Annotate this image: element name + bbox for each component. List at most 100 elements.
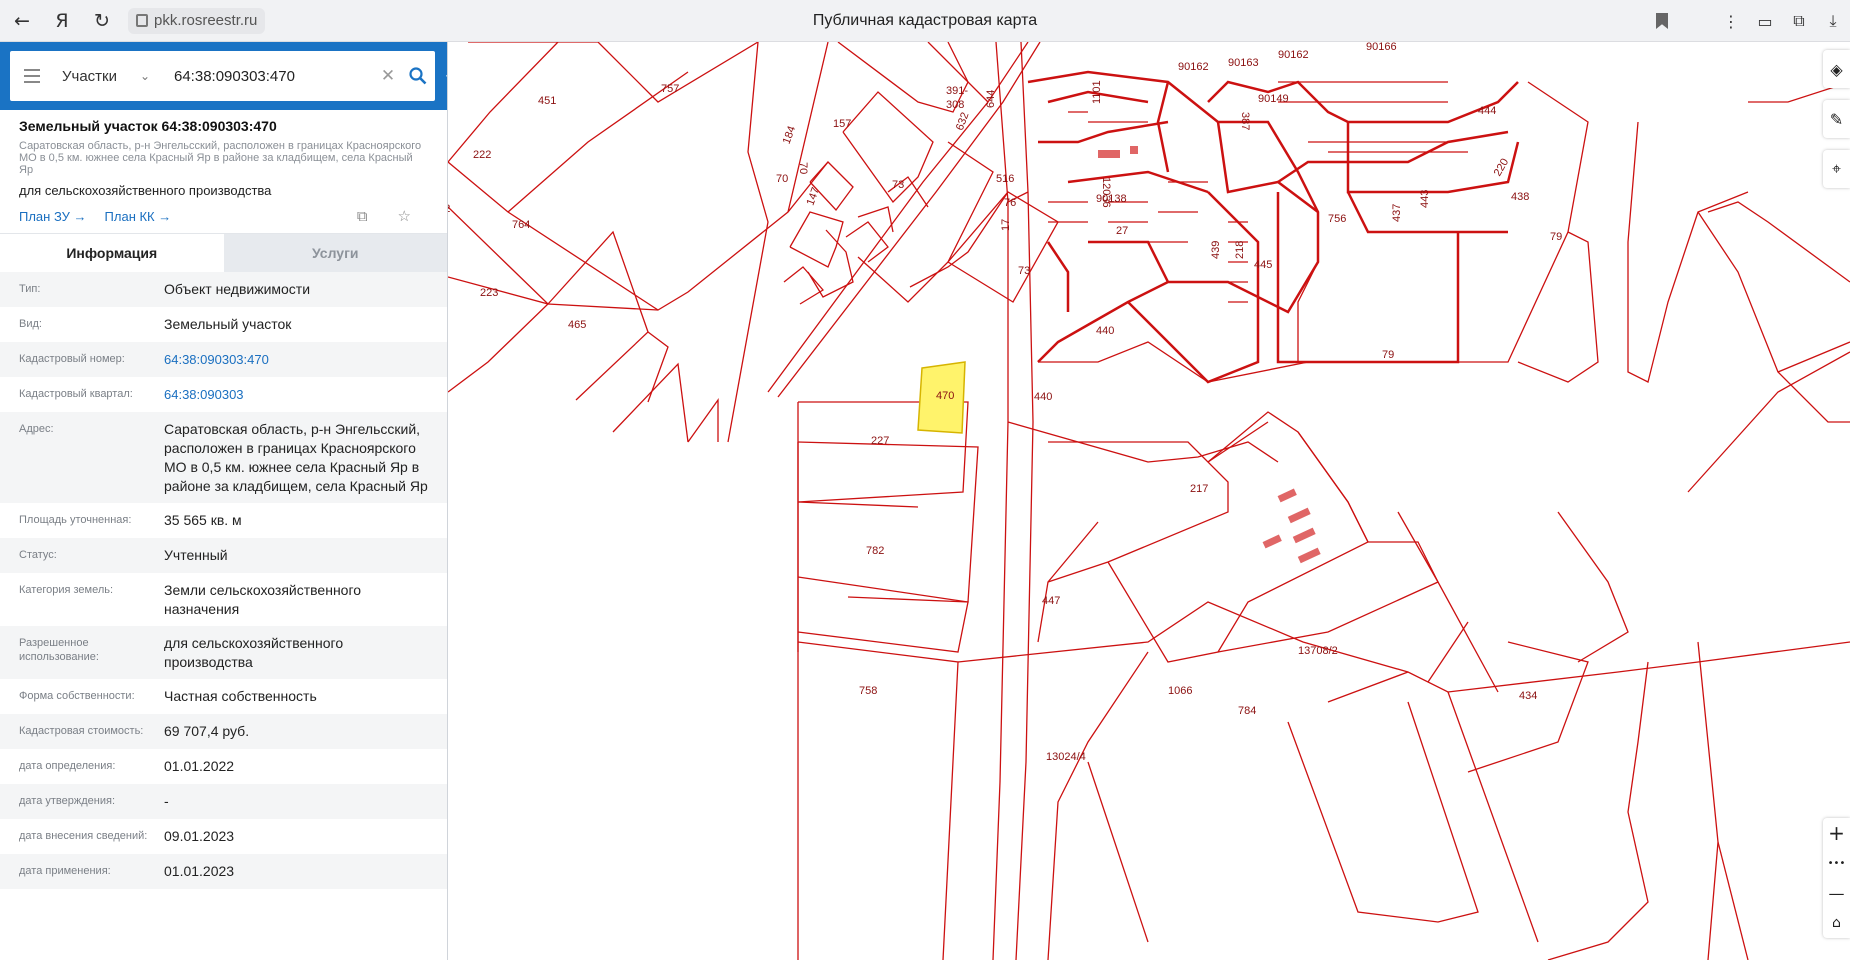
property-label: Кадастровый номер: [19, 353, 125, 365]
parcel-label: 79 [1550, 231, 1562, 243]
parcel-label: 440 [1034, 391, 1052, 403]
search-bar: Участки ⌄ ✕ ‹ [0, 42, 447, 110]
arrow-left-icon: ← [14, 9, 30, 32]
property-row: Адрес: Саратовская область, р-н Энгельсс… [0, 412, 447, 503]
bookmark-icon[interactable] [1656, 13, 1668, 29]
property-label: Форма собственности: [19, 690, 135, 702]
zoom-in-button[interactable]: + [1823, 818, 1850, 848]
battery-icon: ▭ [1757, 11, 1773, 31]
cadastral-map[interactable]: 451 757 222 212 764 223 465 157 184 70 7… [448, 42, 1850, 960]
property-value: Частная собственность [164, 688, 317, 704]
parcel-label: 79 [1382, 349, 1394, 361]
property-label: Адрес: [19, 423, 54, 435]
cadastral-quarter-link[interactable]: 64:38:090303 [164, 385, 431, 405]
reload-button[interactable]: ↻ [84, 3, 120, 39]
property-row: Статус: Учтенный [0, 538, 447, 573]
parcel-label: 1066 [1168, 685, 1192, 697]
zoom-out-button[interactable]: — [1823, 878, 1850, 908]
yandex-button[interactable]: Я [44, 3, 80, 39]
parcel-label: 90147 [1032, 42, 1063, 44]
parcel-label: 218 [1234, 241, 1246, 259]
parcel-label: 438 [1511, 191, 1529, 203]
object-address: Саратовская область, р-н Энгельсский, ра… [19, 140, 422, 176]
property-value: 09.01.2023 [164, 828, 235, 844]
parcel-label: 391- [946, 85, 968, 97]
object-title: Земельный участок 64:38:090303:470 [19, 118, 277, 134]
star-icon[interactable]: ☆ [398, 207, 411, 225]
parcel-label: 465 [568, 319, 586, 331]
search-button[interactable] [401, 67, 435, 85]
yandex-logo-icon: Я [55, 9, 69, 32]
parcel-label: 444 [1478, 105, 1496, 117]
measure-button[interactable]: ✎ [1823, 100, 1850, 138]
layers-button[interactable]: ◈ [1823, 50, 1850, 88]
compass-button[interactable]: ⌂ [1823, 908, 1850, 938]
parcel-label: 157 [833, 118, 851, 130]
tab-info[interactable]: Информация [0, 234, 224, 272]
parcel-label: 76 [1004, 197, 1016, 209]
object-type-select[interactable]: Участки ⌄ [54, 68, 158, 85]
parcel-label: 516 [996, 173, 1014, 185]
property-row: Площадь уточненная: 35 565 кв. м [0, 503, 447, 538]
parcel-label: 758 [859, 685, 877, 697]
plan-kk-link[interactable]: План КК → [105, 209, 172, 224]
property-label: Кадастровая стоимость: [19, 725, 144, 737]
parcel-boundaries [448, 42, 1850, 960]
document-search-icon[interactable]: ⧉ [357, 207, 368, 225]
property-row: дата применения: 01.01.2023 [0, 854, 447, 889]
cadastral-number-link[interactable]: 64:38:090303:470 [164, 350, 431, 370]
back-button[interactable]: ← [4, 3, 40, 39]
parcel-label: 27 [1116, 225, 1128, 237]
parcel-label: 164 [926, 42, 944, 44]
parcel-label: 90162 [1178, 61, 1209, 73]
search-icon [409, 67, 427, 85]
map-tools: ◈ ✎ ⌖ [1823, 50, 1850, 188]
chevron-down-icon: ⌄ [139, 69, 150, 83]
parcel-label: 387 [1239, 112, 1251, 130]
address-bar[interactable]: pkk.rosreestr.ru [128, 7, 266, 34]
object-card: Земельный участок 64:38:090303:470 Сарат… [0, 110, 447, 225]
hamburger-menu-icon[interactable] [10, 69, 54, 83]
parcel-label: 12036 [1100, 177, 1112, 208]
property-value: 01.01.2023 [164, 863, 235, 879]
ruler-icon: ✎ [1829, 109, 1844, 129]
locate-button[interactable]: ⌖ [1823, 150, 1850, 188]
parcel-label: 632 [954, 111, 972, 132]
layers-icon: ◈ [1830, 59, 1843, 79]
tabs: Информация Услуги [0, 233, 447, 272]
parcel-label: 217 [1190, 483, 1208, 495]
parcel-label: 756 [1328, 213, 1346, 225]
parcel-label: 470 [936, 390, 954, 402]
property-row: Разрешенное использование: для сельскохо… [0, 626, 447, 679]
info-panel: Участки ⌄ ✕ ‹ Земельный участок 64:38:09… [0, 42, 448, 960]
more-button[interactable]: ••• [1823, 848, 1850, 878]
object-use: для сельскохозяйственного производства [19, 183, 272, 198]
parcel-label: 17 [1000, 219, 1012, 231]
parcel-label: 73 [892, 179, 904, 191]
download-icon[interactable]: ⤓ [1816, 11, 1850, 31]
map-canvas[interactable]: 451 757 222 212 764 223 465 157 184 70 7… [448, 42, 1850, 960]
menu-icon[interactable]: ⋮ [1714, 12, 1748, 31]
property-label: дата утверждения: [19, 795, 116, 807]
collapse-panel-button[interactable]: ‹ [439, 56, 447, 96]
tab-services[interactable]: Услуги [223, 234, 447, 272]
property-value: Учтенный [164, 547, 228, 563]
property-value: Земли сельскохозяйственного назначения [164, 582, 362, 617]
extension-icon[interactable]: ⧉ [1782, 11, 1816, 31]
parcel-label: 70 [797, 162, 809, 174]
property-label: Категория земель: [19, 584, 114, 596]
property-label: Разрешенное использование: [19, 637, 99, 663]
property-label: дата определения: [19, 760, 116, 772]
parcel-label: 644 [985, 90, 997, 108]
plan-zu-link[interactable]: План ЗУ → [19, 209, 87, 224]
clear-icon[interactable]: ✕ [375, 66, 401, 86]
property-row: Кадастровый квартал: 64:38:090303 [0, 377, 447, 412]
parcel-label: 90163 [1228, 57, 1259, 69]
parcel-label: 437 [1391, 204, 1403, 222]
parcel-label: 222 [473, 149, 491, 161]
property-row: дата утверждения: - [0, 784, 447, 819]
search-input[interactable] [158, 67, 375, 85]
parcel-label: 445 [1254, 259, 1272, 271]
reload-icon: ↻ [94, 9, 110, 32]
browser-toolbar: ← Я ↻ pkk.rosreestr.ru Публичная кадастр… [0, 0, 1850, 42]
